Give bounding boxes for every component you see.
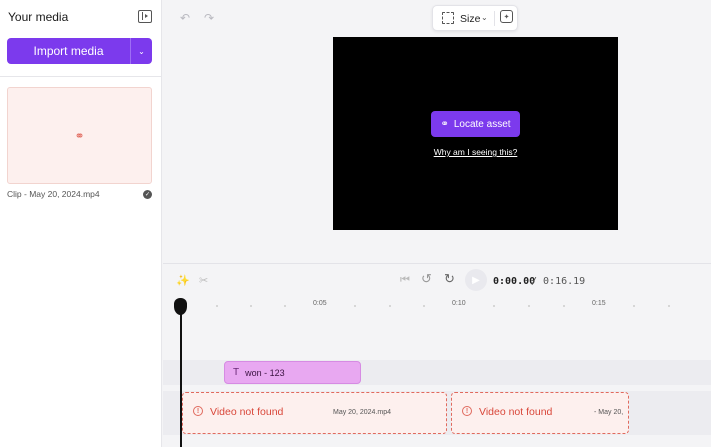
media-sidebar: Your media Import media ⌄ ⚭ Clip - May 2…: [0, 0, 162, 447]
ruler-label: 0:10: [452, 300, 466, 307]
skip-back-icon[interactable]: ⏮: [400, 274, 410, 287]
ruler-tick: [633, 305, 635, 307]
import-media-button[interactable]: Import media: [7, 38, 130, 64]
ruler-label: 0:05: [313, 300, 327, 307]
clip-file-name: May 20, 2024.mp4: [333, 409, 391, 416]
forward-5-icon[interactable]: ↻: [444, 271, 455, 287]
size-button[interactable]: Size: [460, 13, 480, 25]
text-clip-label: won - 123: [245, 367, 285, 378]
sidebar-divider: [0, 76, 162, 77]
ruler-tick: [493, 305, 495, 307]
rewind-5-icon[interactable]: ↺: [421, 271, 432, 287]
sidebar-title: Your media: [8, 10, 69, 24]
alert-circle-icon: !: [193, 406, 203, 416]
resize-icon[interactable]: [442, 12, 454, 24]
ruler-tick: [563, 305, 565, 307]
media-thumbnail[interactable]: ⚭: [7, 87, 152, 184]
redo-icon[interactable]: ↷: [204, 11, 214, 25]
ruler-tick: [250, 305, 252, 307]
size-toolbar: Size ⌄ ✦: [432, 5, 518, 31]
ruler-tick: [354, 305, 356, 307]
video-preview: ⚭ Locate asset Why am I seeing this?: [333, 37, 618, 230]
link-icon: ⚭: [74, 128, 85, 143]
scissors-icon[interactable]: ✂: [199, 274, 208, 287]
timeline-divider: [163, 263, 711, 264]
toolbar-divider: [494, 11, 495, 26]
locate-asset-label: Locate asset: [453, 118, 511, 130]
ruler-tick: [528, 305, 530, 307]
media-item-name: Clip - May 20, 2024.mp4: [7, 189, 100, 199]
panel-collapse-icon[interactable]: [138, 10, 152, 23]
playhead-line: [179, 312, 182, 447]
chevron-down-icon[interactable]: ⌄: [481, 13, 488, 22]
why-seeing-link[interactable]: Why am I seeing this?: [333, 147, 618, 157]
total-time: / 0:16.19: [531, 276, 586, 287]
undo-icon[interactable]: ↶: [180, 11, 190, 25]
link-icon: ⚭: [440, 118, 449, 130]
clip-file-name: - May 20,: [594, 409, 624, 416]
ruler-tick: [423, 305, 425, 307]
ruler-label: 0:15: [592, 300, 606, 307]
video-not-found-label: Video not found: [479, 406, 553, 418]
import-media-group: Import media ⌄: [7, 38, 152, 64]
sidebar-header: Your media: [8, 10, 154, 26]
ruler-tick: [284, 305, 286, 307]
playhead-handle[interactable]: [174, 298, 187, 315]
sparkle-icon[interactable]: ✨: [176, 274, 190, 287]
video-not-found-label: Video not found: [210, 406, 284, 418]
ruler-tick: [668, 305, 670, 307]
alert-circle-icon: !: [462, 406, 472, 416]
locate-asset-button[interactable]: ⚭ Locate asset: [431, 111, 520, 137]
chevron-down-icon[interactable]: ⌄: [130, 38, 152, 64]
check-circle-icon: ✓: [143, 190, 152, 199]
missing-video-clip[interactable]: ! Video not found May 20, 2024.mp4: [182, 392, 447, 434]
ruler-tick: [216, 305, 218, 307]
text-clip[interactable]: T won - 123: [224, 361, 361, 384]
play-icon[interactable]: ▶: [465, 269, 487, 291]
missing-video-clip[interactable]: ! Video not found - May 20,: [451, 392, 629, 434]
text-icon: T: [233, 367, 240, 378]
magic-resize-icon[interactable]: ✦: [500, 10, 513, 23]
ruler-tick: [389, 305, 391, 307]
current-time: 0:00.00: [493, 276, 536, 287]
timeline-ruler[interactable]: 0:05 0:10 0:15: [163, 296, 711, 316]
